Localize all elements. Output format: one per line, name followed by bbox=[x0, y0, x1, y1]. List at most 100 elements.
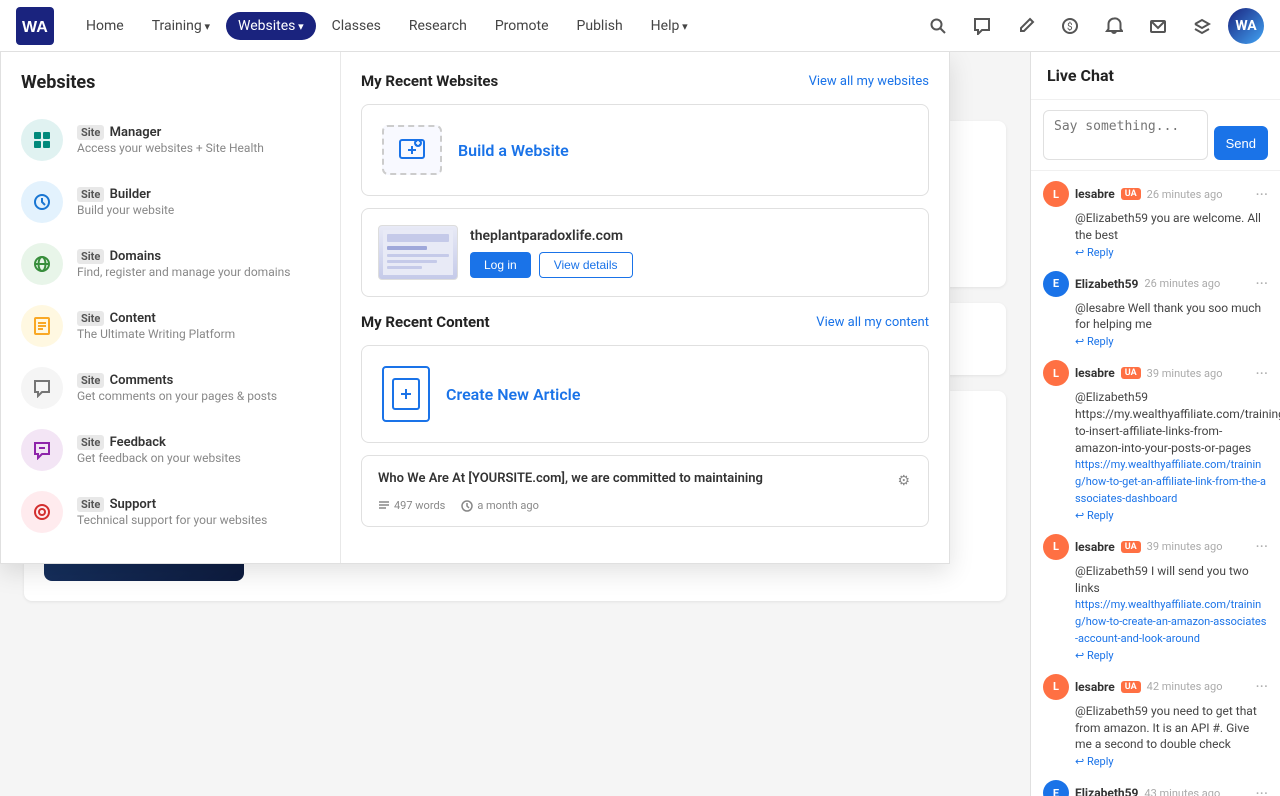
reply-3[interactable]: ↩ Reply bbox=[1043, 509, 1268, 522]
content-item-title: Who We Are At [YOURSITE.com], we are com… bbox=[378, 470, 763, 488]
avatar-elizabeth-2: E bbox=[1043, 780, 1069, 796]
username-5: lesabre bbox=[1075, 680, 1115, 694]
support-icon bbox=[21, 491, 63, 533]
badge-4: UA bbox=[1121, 541, 1141, 553]
chat-message-3: L lesabre UA 39 minutes ago ··· @Elizabe… bbox=[1043, 360, 1268, 522]
badge-1: UA bbox=[1121, 188, 1141, 200]
layers-icon[interactable] bbox=[1184, 8, 1220, 44]
dollar-icon[interactable]: $ bbox=[1052, 8, 1088, 44]
nav-classes[interactable]: Classes bbox=[320, 12, 393, 40]
msg-body-5: @Elizabeth59 you need to get that from a… bbox=[1043, 703, 1268, 753]
avatar-lesabre-3: L bbox=[1043, 534, 1069, 560]
site-comments-item[interactable]: Site Comments Get comments on your pages… bbox=[1, 357, 340, 419]
build-website-label: Build a Website bbox=[458, 141, 569, 160]
nav-publish[interactable]: Publish bbox=[565, 12, 635, 40]
nav-training[interactable]: Training bbox=[140, 12, 222, 40]
content-item-gear[interactable]: ⚙ bbox=[895, 470, 912, 491]
chat-messages: L lesabre UA 26 minutes ago ··· @Elizabe… bbox=[1031, 171, 1280, 796]
dropdown-menu: Websites Site Manager Access your websit… bbox=[1, 52, 341, 563]
more-4[interactable]: ··· bbox=[1255, 537, 1268, 556]
reply-5[interactable]: ↩ Reply bbox=[1043, 755, 1268, 768]
msg-body-2: @lesabre Well thank you soo much for hel… bbox=[1043, 300, 1268, 334]
more-3[interactable]: ··· bbox=[1255, 364, 1268, 383]
chat-icon[interactable] bbox=[964, 8, 1000, 44]
pencil-icon[interactable] bbox=[1008, 8, 1044, 44]
site-support-item[interactable]: Site Support Technical support for your … bbox=[1, 481, 340, 543]
live-chat-title: Live Chat bbox=[1031, 52, 1280, 100]
username-2: Elizabeth59 bbox=[1075, 277, 1138, 291]
more-6[interactable]: ··· bbox=[1255, 784, 1268, 796]
search-icon[interactable] bbox=[920, 8, 956, 44]
svg-text:$: $ bbox=[1067, 20, 1073, 33]
domains-icon bbox=[21, 243, 63, 285]
time-1: 26 minutes ago bbox=[1147, 188, 1223, 201]
more-2[interactable]: ··· bbox=[1255, 274, 1268, 293]
site-name: theplantparadoxlife.com bbox=[470, 228, 633, 244]
msg-body-3: @Elizabeth59 https://my.wealthyaffiliate… bbox=[1043, 389, 1268, 456]
recent-websites-title: My Recent Websites bbox=[361, 72, 498, 90]
dropdown-right-panel: My Recent Websites View all my websites … bbox=[341, 52, 949, 563]
site-content-item[interactable]: Site Content The Ultimate Writing Platfo… bbox=[1, 295, 340, 357]
content-icon bbox=[21, 305, 63, 347]
add-article-icon bbox=[382, 366, 430, 422]
time-6: 43 minutes ago bbox=[1144, 787, 1220, 796]
more-1[interactable]: ··· bbox=[1255, 185, 1268, 204]
mail-icon[interactable] bbox=[1140, 8, 1176, 44]
view-details-btn[interactable]: View details bbox=[539, 252, 633, 278]
nav-research[interactable]: Research bbox=[397, 12, 479, 40]
create-article-label: Create New Article bbox=[446, 385, 580, 404]
badge-5: UA bbox=[1121, 681, 1141, 693]
chat-send-button[interactable]: Send bbox=[1214, 126, 1268, 160]
content-item: Who We Are At [YOURSITE.com], we are com… bbox=[361, 455, 929, 527]
feedback-icon bbox=[21, 429, 63, 471]
existing-website-card: theplantparadoxlife.com Log in View deta… bbox=[361, 208, 929, 297]
recent-websites-header: My Recent Websites View all my websites bbox=[361, 72, 929, 90]
view-all-content-link[interactable]: View all my content bbox=[816, 315, 929, 330]
more-5[interactable]: ··· bbox=[1255, 677, 1268, 696]
logo[interactable]: WA bbox=[16, 7, 54, 45]
username-4: lesabre bbox=[1075, 540, 1115, 554]
site-screenshot bbox=[378, 225, 458, 280]
site-manager-item[interactable]: Site Manager Access your websites + Site… bbox=[1, 109, 340, 171]
nav-websites[interactable]: Websites bbox=[226, 12, 316, 40]
builder-icon bbox=[21, 181, 63, 223]
add-website-icon bbox=[382, 125, 442, 175]
recent-content-header: My Recent Content View all my content bbox=[361, 313, 929, 331]
time-5: 42 minutes ago bbox=[1147, 680, 1223, 693]
nav-promote[interactable]: Promote bbox=[483, 12, 561, 40]
top-navigation: WA Home Training Websites Classes Resear… bbox=[0, 0, 1280, 52]
user-avatar[interactable]: WA bbox=[1228, 8, 1264, 44]
msg-body-4: @Elizabeth59 I will send you two links bbox=[1043, 563, 1268, 597]
site-builder-item[interactable]: Site Builder Build your website bbox=[1, 171, 340, 233]
manager-icon bbox=[21, 119, 63, 161]
svg-text:WA: WA bbox=[22, 19, 48, 36]
comments-icon bbox=[21, 367, 63, 409]
content-word-count: 497 words bbox=[378, 499, 445, 512]
nav-home[interactable]: Home bbox=[74, 12, 136, 40]
view-all-websites-link[interactable]: View all my websites bbox=[809, 74, 929, 89]
username-3: lesabre bbox=[1075, 366, 1115, 380]
chat-message-6: E Elizabeth59 43 minutes ago ··· Does an… bbox=[1043, 780, 1268, 796]
create-article-card[interactable]: Create New Article bbox=[361, 345, 929, 443]
site-feedback-item[interactable]: Site Feedback Get feedback on your websi… bbox=[1, 419, 340, 481]
content-time: a month ago bbox=[461, 499, 539, 512]
time-4: 39 minutes ago bbox=[1147, 540, 1223, 553]
chat-message-1: L lesabre UA 26 minutes ago ··· @Elizabe… bbox=[1043, 181, 1268, 259]
chat-input[interactable] bbox=[1043, 110, 1208, 160]
build-website-card[interactable]: Build a Website bbox=[361, 104, 929, 196]
nav-help[interactable]: Help bbox=[639, 12, 700, 40]
time-2: 26 minutes ago bbox=[1144, 277, 1220, 290]
nav-icons: $ WA bbox=[920, 8, 1264, 44]
login-btn[interactable]: Log in bbox=[470, 252, 531, 278]
bell-icon[interactable] bbox=[1096, 8, 1132, 44]
chat-message-2: E Elizabeth59 26 minutes ago ··· @lesabr… bbox=[1043, 271, 1268, 349]
reply-4[interactable]: ↩ Reply bbox=[1043, 649, 1268, 662]
dropdown-title: Websites bbox=[1, 72, 340, 109]
reply-1[interactable]: ↩ Reply bbox=[1043, 246, 1268, 259]
avatar-lesabre-1: L bbox=[1043, 181, 1069, 207]
chat-message-4: L lesabre UA 39 minutes ago ··· @Elizabe… bbox=[1043, 534, 1268, 662]
username-6: Elizabeth59 bbox=[1075, 786, 1138, 796]
reply-2[interactable]: ↩ Reply bbox=[1043, 335, 1268, 348]
username-1: lesabre bbox=[1075, 187, 1115, 201]
site-domains-item[interactable]: Site Domains Find, register and manage y… bbox=[1, 233, 340, 295]
